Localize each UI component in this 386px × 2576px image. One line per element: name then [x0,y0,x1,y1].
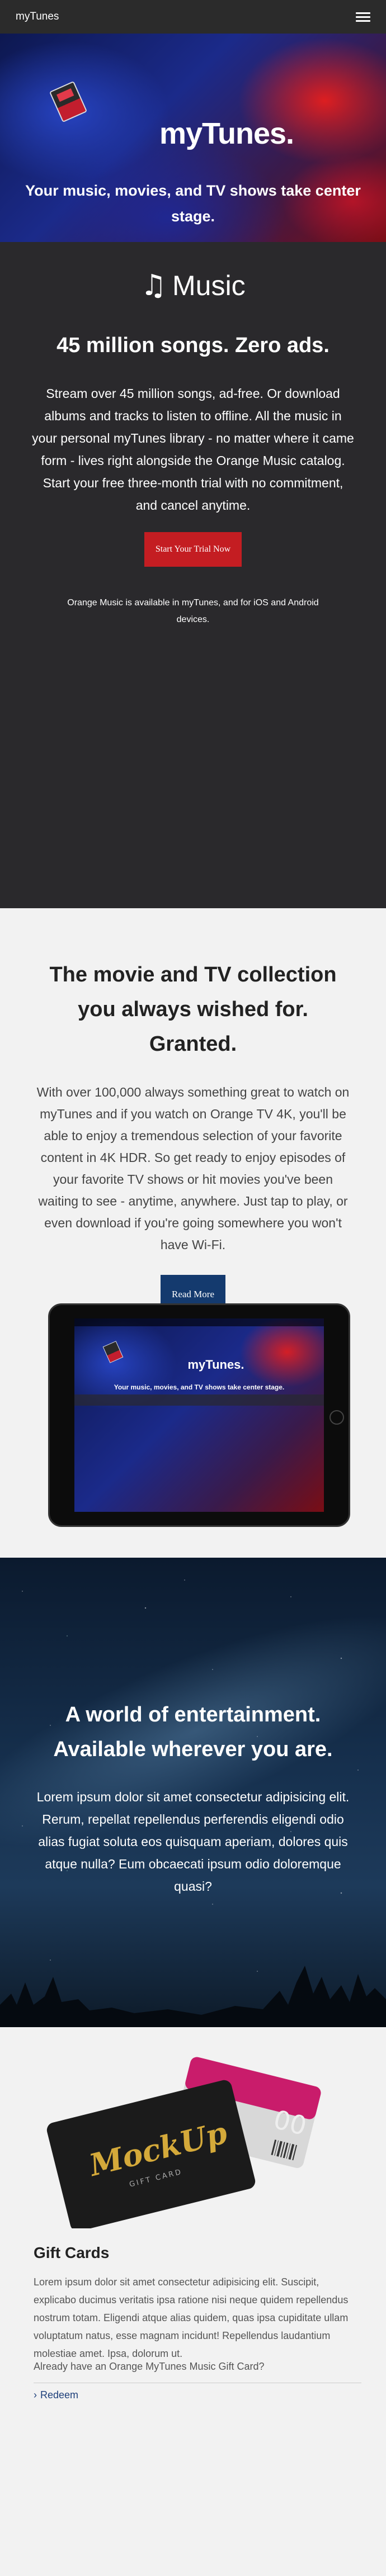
music-heading: 45 million songs. Zero ads. [57,334,329,357]
gift-cards-section: 00 MockUp GIFT CARD Gift Cards Lorem ips… [0,2027,386,2576]
music-logo: ♫ Music [0,269,386,302]
home-button-icon [329,1410,344,1425]
world-heading: A world of entertainment. Available wher… [53,1703,333,1761]
navbar: myTunes [0,0,386,34]
hero-banner: myTunes. Your music, movies, and TV show… [0,34,386,242]
movies-section: The movie and TV collection you always w… [0,908,386,1558]
redeem-label: Redeem [40,2389,79,2401]
tablet-hero-subtitle: Your music, movies, and TV shows take ce… [114,1383,285,1391]
gift-card-question: Already have an Orange MyTunes Music Gif… [34,2361,361,2383]
tablet-navbar [74,1318,324,1326]
gift-cards-heading: Gift Cards [34,2244,110,2261]
gift-card-image: 00 MockUp GIFT CARD [46,2057,321,2228]
hamburger-menu-icon[interactable] [356,12,370,22]
chevron-right-icon: › [34,2389,37,2401]
hero-title: myTunes. [159,117,294,150]
tablet-device: myTunes. Your music, movies, and TV show… [48,1303,350,1527]
movies-heading: The movie and TV collection you always w… [49,963,337,1056]
music-availability-note: Orange Music is available in myTunes, an… [67,598,319,624]
music-logo-text: Music [172,270,246,301]
tablet-content-strip [74,1394,324,1406]
start-trial-button[interactable]: Start Your Trial Now [144,532,242,567]
music-description: Stream over 45 million songs, ad-free. O… [32,386,354,513]
brand-logo[interactable]: myTunes [16,11,59,23]
tree-silhouette [0,1966,386,2027]
world-section: A world of entertainment. Available wher… [0,1558,386,2027]
music-note-icon: ♫ [140,269,167,302]
world-description: Lorem ipsum dolor sit amet consectetur a… [36,1790,350,1894]
movies-description: With over 100,000 always something great… [36,1085,350,1252]
tablet-screen: myTunes. Your music, movies, and TV show… [74,1318,324,1512]
redeem-link[interactable]: › Redeem [34,2389,78,2401]
tablet-hero-title: myTunes. [187,1358,244,1372]
hero-subtitle: Your music, movies, and TV shows take ce… [25,182,361,225]
music-section: ♫ Music 45 million songs. Zero ads. Stre… [0,242,386,1109]
gift-cards-description: Lorem ipsum dolor sit amet consectetur a… [34,2276,349,2359]
